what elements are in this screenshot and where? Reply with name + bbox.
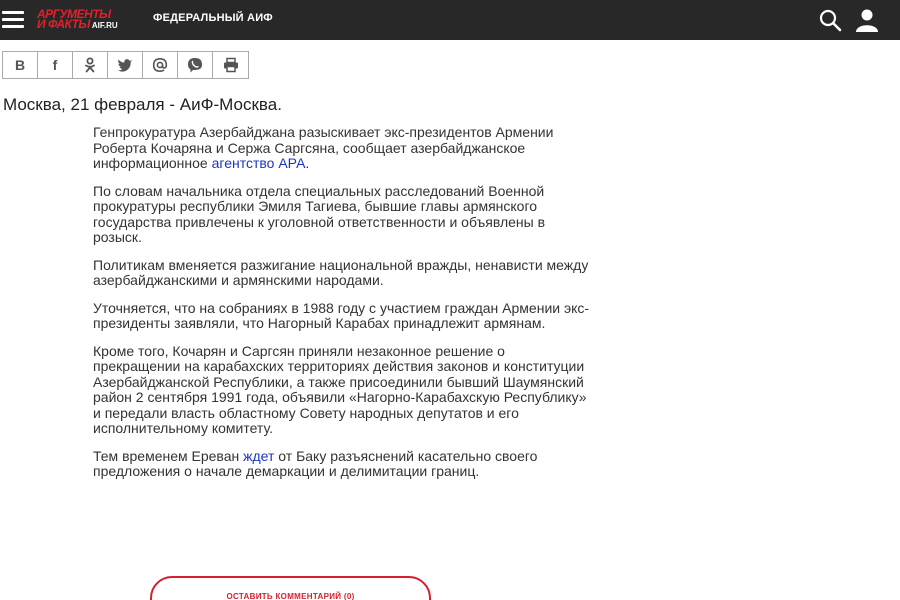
article-paragraph: Генпрокуратура Азербайджана разыскивает … (93, 124, 593, 172)
odnoklassniki-icon[interactable] (73, 52, 108, 78)
top-bar: АРГУМЕНТЫ И ФАКТЫ AIF.RU ФЕДЕРАЛЬНЫЙ АИФ (0, 0, 900, 40)
waits-link[interactable]: ждет (243, 448, 274, 464)
p1-end: . (305, 155, 310, 171)
apa-agency-link[interactable]: агентство АРА (212, 155, 306, 171)
user-icon[interactable] (855, 8, 879, 32)
article-body: Генпрокуратура Азербайджана разыскивает … (93, 124, 593, 492)
twitter-icon[interactable] (108, 52, 143, 78)
menu-icon-line (2, 11, 24, 14)
logo-line2: И ФАКТЫ (37, 17, 90, 31)
share-bar: В f (2, 51, 249, 79)
leave-comment-label: ОСТАВИТЬ КОММЕНТАРИЙ (0) (226, 592, 355, 600)
menu-icon[interactable] (2, 9, 24, 29)
p6-text: Тем временем Ереван (93, 447, 244, 464)
facebook-icon-label: f (52, 57, 58, 73)
print-icon[interactable] (213, 52, 248, 78)
article-paragraph: По словам начальника отдела специальных … (93, 182, 546, 245)
logo-domain: AIF.RU (91, 21, 118, 30)
logo-line2-wrap: И ФАКТЫ AIF.RU (37, 18, 118, 32)
article-paragraph: Уточняется, что на собраниях в 1988 году… (93, 299, 590, 331)
leave-comment-button[interactable]: ОСТАВИТЬ КОММЕНТАРИЙ (0) (150, 576, 431, 600)
menu-icon-line (2, 25, 24, 28)
article-paragraph: Кроме того, Кочарян и Саргсян приняли не… (93, 342, 587, 436)
menu-icon-line (2, 18, 24, 21)
viber-icon[interactable] (178, 52, 213, 78)
article-paragraph: Политикам вменяется разжигание националь… (93, 256, 589, 288)
region-selector[interactable]: ФЕДЕРАЛЬНЫЙ АИФ (153, 12, 273, 24)
search-icon[interactable] (818, 8, 842, 32)
article-paragraph: Тем временем Ереван ждет от Баку разъясн… (93, 447, 593, 480)
vk-icon[interactable]: В (3, 52, 38, 78)
facebook-icon[interactable]: f (38, 52, 73, 78)
email-icon[interactable] (143, 52, 178, 78)
vk-icon-label: В (14, 57, 26, 73)
p1-text: Генпрокуратура Азербайджана разыскивает … (93, 124, 554, 171)
dateline: Москва, 21 февраля - АиФ-Москва. (3, 95, 282, 114)
site-logo[interactable]: АРГУМЕНТЫ И ФАКТЫ AIF.RU (37, 6, 133, 34)
